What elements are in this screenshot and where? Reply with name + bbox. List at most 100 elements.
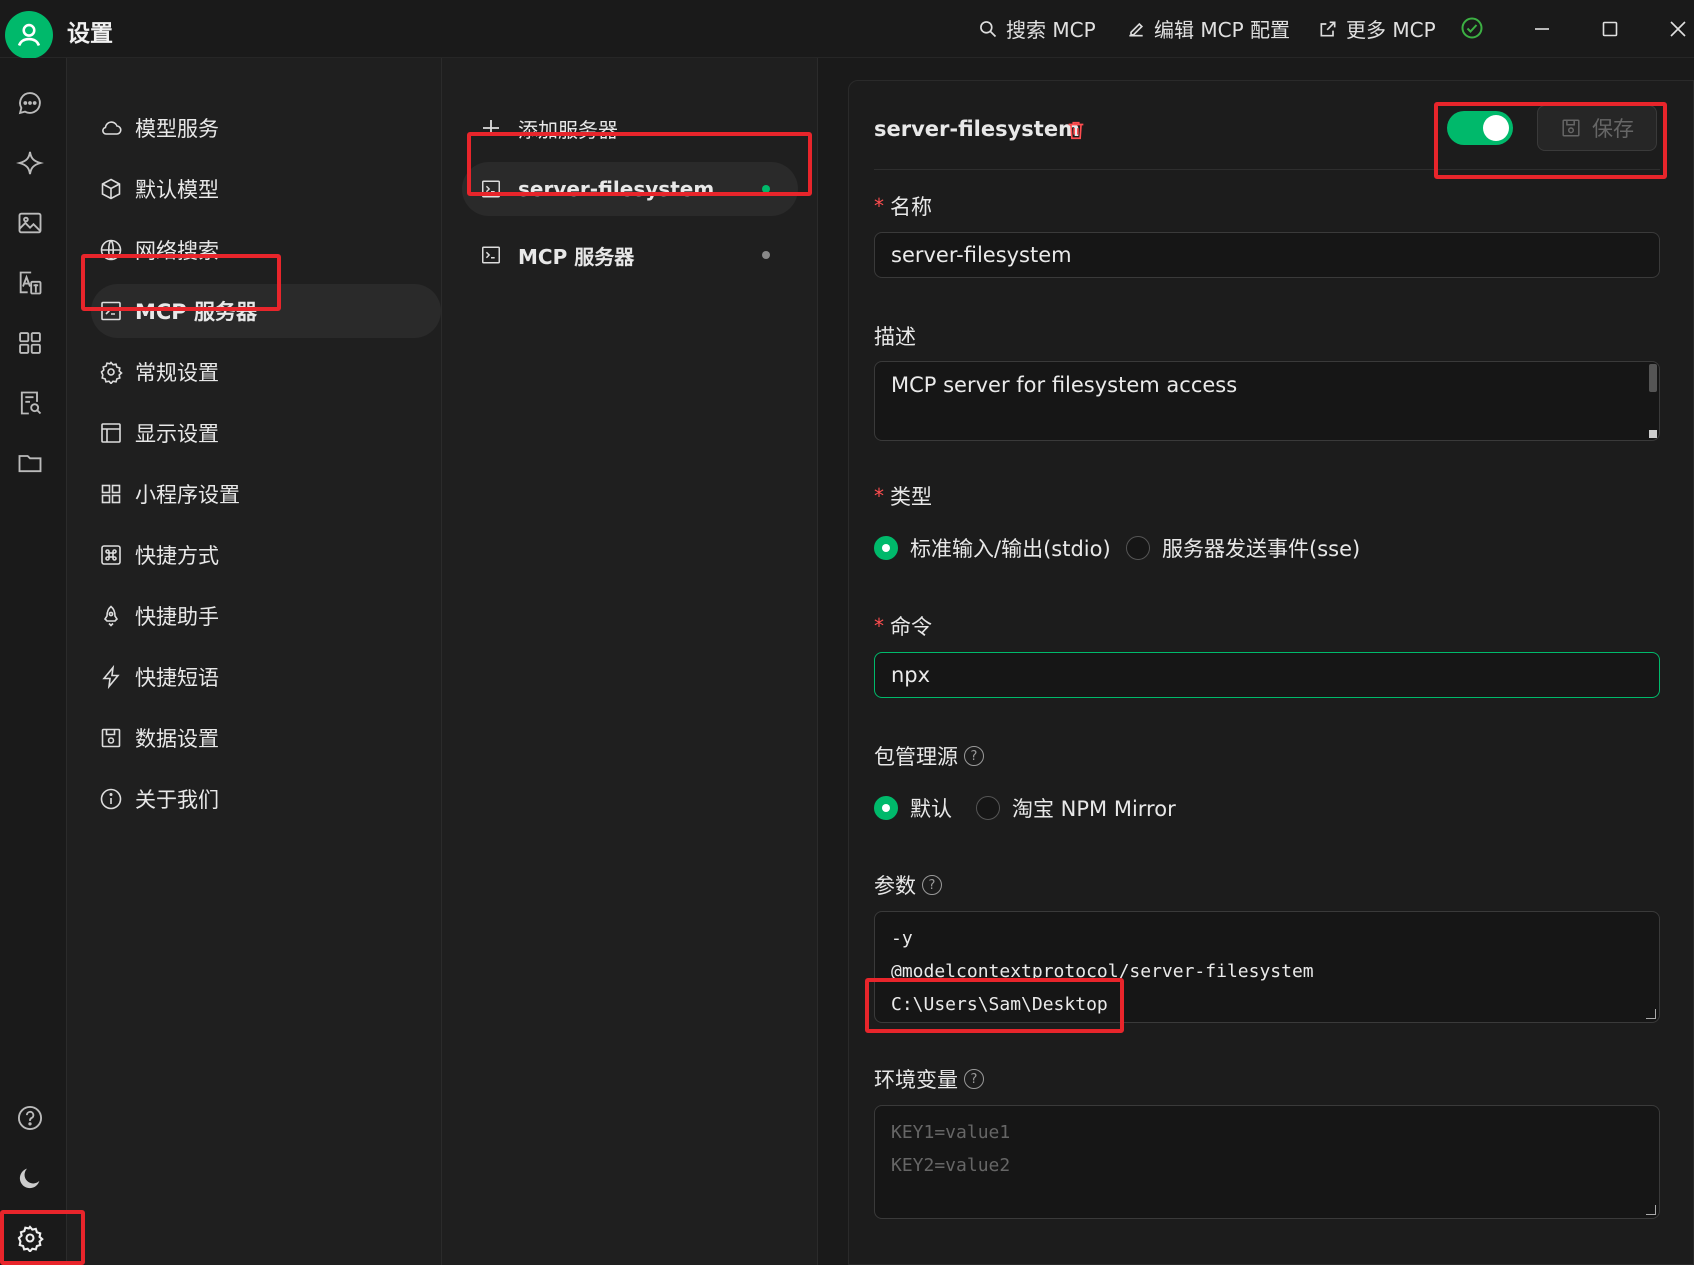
nav-item-data[interactable]: 数据设置 — [91, 711, 441, 765]
nav-item-model-service[interactable]: 模型服务 — [91, 101, 441, 155]
server-title: server-filesystem — [874, 117, 1080, 141]
nav-item-label: 关于我们 — [135, 788, 219, 812]
nav-item-label: 数据设置 — [135, 727, 219, 751]
nav-item-shortcuts[interactable]: 快捷方式 — [91, 528, 441, 582]
required-mark: * — [874, 194, 884, 218]
folder-icon[interactable] — [13, 446, 47, 480]
type-option-sse[interactable]: 服务器发送事件(sse) — [1126, 533, 1360, 563]
chat-icon[interactable] — [13, 86, 47, 120]
zap-icon — [102, 665, 120, 689]
trash-icon — [1068, 121, 1084, 140]
name-field[interactable]: server-filesystem — [874, 232, 1660, 278]
edit-mcp-config-button[interactable]: 编辑 MCP 配置 — [1126, 14, 1290, 43]
terminal-icon — [101, 301, 121, 321]
help-icon[interactable]: ? — [964, 746, 984, 766]
grid-icon — [101, 484, 121, 504]
nav-item-label: 小程序设置 — [135, 483, 240, 507]
avatar[interactable] — [5, 11, 53, 59]
registry-option-label: 淘宝 NPM Mirror — [1012, 797, 1176, 821]
mcp-server-list: 添加服务器 server-filesystem MCP 服务器 — [442, 58, 818, 1265]
nav-item-label: 网络搜索 — [135, 239, 219, 263]
nav-item-label: 模型服务 — [135, 117, 219, 141]
save-button[interactable]: 保存 — [1537, 105, 1657, 151]
user-icon — [17, 23, 41, 47]
args-label: 参数 — [874, 874, 916, 898]
env-label: 环境变量 — [874, 1068, 958, 1092]
search-mcp-button[interactable]: 搜索 MCP — [978, 14, 1096, 43]
translate-icon[interactable] — [13, 266, 47, 300]
sparkle-icon[interactable] — [13, 146, 47, 180]
image-icon[interactable] — [13, 206, 47, 240]
command-field[interactable]: npx — [874, 652, 1660, 698]
description-field[interactable]: MCP server for filesystem access — [874, 361, 1660, 441]
save-label: 保存 — [1592, 117, 1634, 141]
server-name: server-filesystem — [518, 177, 715, 201]
nav-item-quick-phrases[interactable]: 快捷短语 — [91, 650, 441, 704]
command-label-row: * 命令 — [874, 611, 932, 641]
type-label: 类型 — [890, 485, 932, 509]
gear-icon — [100, 361, 123, 384]
moon-icon[interactable] — [13, 1161, 47, 1195]
icon-rail — [0, 58, 66, 1265]
resize-handle[interactable] — [1646, 1205, 1656, 1215]
help-icon[interactable]: ? — [922, 875, 942, 895]
type-option-label: 标准输入/输出(stdio) — [910, 537, 1111, 561]
nav-item-quick-assistant[interactable]: 快捷助手 — [91, 589, 441, 643]
apps-icon[interactable] — [13, 326, 47, 360]
nav-item-default-model[interactable]: 默认模型 — [91, 162, 441, 216]
more-mcp-button[interactable]: 更多 MCP — [1318, 14, 1436, 43]
resize-handle[interactable] — [1646, 1009, 1656, 1019]
status-ok-icon — [1460, 16, 1484, 40]
close-icon — [1670, 21, 1686, 37]
registry-option-default[interactable]: 默认 — [874, 793, 952, 823]
edit-mcp-config-label: 编辑 MCP 配置 — [1154, 18, 1290, 42]
registry-label: 包管理源 — [874, 745, 958, 769]
radio-unchecked — [1126, 536, 1150, 560]
nav-item-label: 快捷短语 — [135, 666, 219, 690]
maximize-icon — [1602, 21, 1618, 37]
close-button[interactable] — [1658, 12, 1694, 46]
nav-item-display[interactable]: 显示设置 — [91, 406, 441, 460]
name-label: 名称 — [890, 195, 932, 219]
settings-gear-icon[interactable] — [13, 1221, 47, 1255]
server-enable-toggle[interactable] — [1447, 111, 1513, 145]
server-item-mcp[interactable]: MCP 服务器 — [462, 228, 798, 282]
plus-icon — [483, 120, 499, 136]
args-field[interactable]: -y @modelcontextprotocol/server-filesyst… — [874, 911, 1660, 1023]
required-mark: * — [874, 614, 884, 638]
nav-item-about[interactable]: 关于我们 — [91, 772, 441, 826]
search-icon — [980, 20, 997, 37]
minimize-button[interactable] — [1522, 12, 1562, 46]
nav-item-web-search[interactable]: 网络搜索 — [91, 223, 441, 277]
maximize-button[interactable] — [1590, 12, 1630, 46]
resize-handle[interactable] — [1649, 430, 1657, 438]
env-label-row: 环境变量 ? — [874, 1064, 984, 1094]
scrollbar-thumb[interactable] — [1649, 364, 1657, 392]
server-item-filesystem[interactable]: server-filesystem — [462, 162, 798, 216]
help-icon[interactable] — [13, 1101, 47, 1135]
delete-server-button[interactable] — [1065, 119, 1087, 141]
type-label-row: * 类型 — [874, 481, 932, 511]
terminal-icon — [482, 180, 500, 198]
document-search-icon[interactable] — [13, 386, 47, 420]
add-server-label: 添加服务器 — [518, 117, 618, 142]
type-option-stdio[interactable]: 标准输入/输出(stdio) — [874, 533, 1111, 563]
cloud-icon — [102, 121, 122, 135]
minimize-icon — [1535, 28, 1549, 30]
nav-item-general[interactable]: 常规设置 — [91, 345, 441, 399]
radio-unchecked — [976, 796, 1000, 820]
save-icon — [101, 728, 121, 748]
nav-item-label: 快捷助手 — [135, 605, 219, 629]
server-name: MCP 服务器 — [518, 244, 635, 269]
toggle-knob — [1483, 115, 1509, 141]
env-field[interactable]: KEY1=value1 KEY2=value2 — [874, 1105, 1660, 1219]
nav-item-mini-apps[interactable]: 小程序设置 — [91, 467, 441, 521]
info-icon — [100, 788, 122, 810]
nav-item-label: 快捷方式 — [135, 544, 219, 568]
radio-checked — [874, 536, 898, 560]
registry-option-taobao[interactable]: 淘宝 NPM Mirror — [976, 793, 1176, 823]
add-server-button[interactable]: 添加服务器 — [442, 101, 818, 155]
nav-item-mcp-servers[interactable]: MCP 服务器 — [91, 284, 441, 338]
help-icon[interactable]: ? — [964, 1069, 984, 1089]
registry-option-label: 默认 — [910, 797, 952, 821]
